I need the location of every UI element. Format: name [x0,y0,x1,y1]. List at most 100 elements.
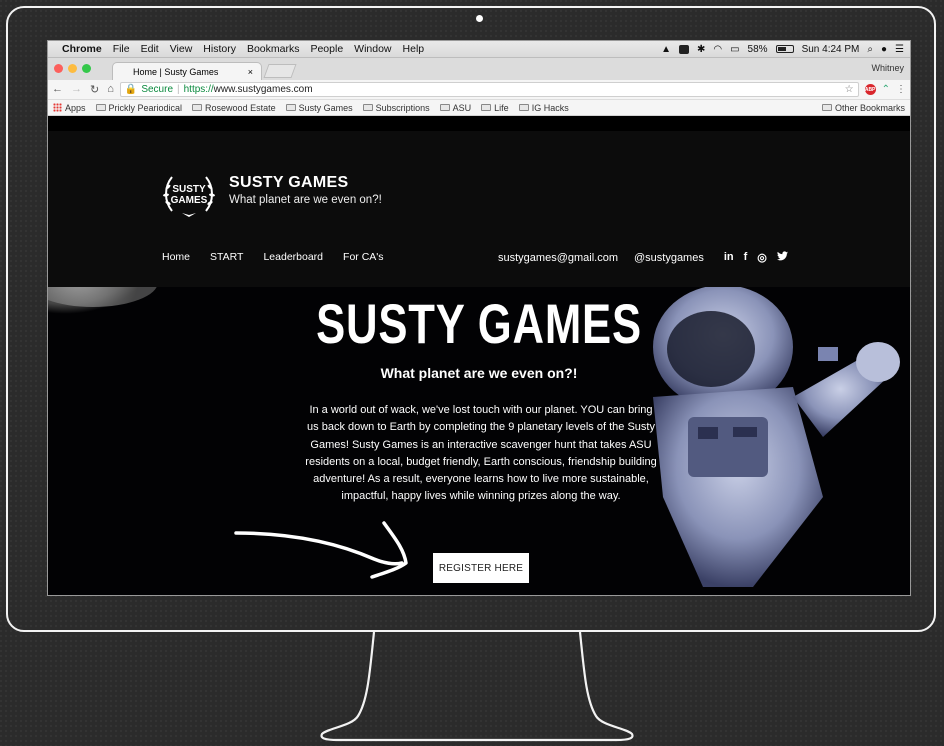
site-header: SUSTY GAMES SUSTY GAMES What planet are … [48,131,910,287]
url-separator: | [177,84,180,95]
contact-email[interactable]: sustygames@gmail.com [498,252,618,264]
instagram-icon[interactable]: ◎ [757,251,767,264]
wifi-icon[interactable]: ◠ [713,44,722,55]
folder-icon [481,104,492,111]
contact-handle[interactable]: @sustygames [634,252,704,264]
address-bar[interactable]: 🔒 Secure | https:// www.sustygames.com ☆ [119,82,859,97]
bookmark-label: Rosewood Estate [205,102,276,113]
monitor-stand [320,631,634,742]
menu-edit[interactable]: Edit [141,43,159,55]
brand-tagline: What planet are we even on?! [229,194,382,206]
profile-name[interactable]: Whitney [871,63,904,73]
bookmark-ig-hacks[interactable]: IG Hacks [518,102,569,113]
twitter-icon[interactable] [776,251,788,264]
hero-title: SUSTY GAMES [316,292,642,355]
menu-help[interactable]: Help [403,43,425,55]
nav-home[interactable]: Home [162,251,190,263]
menu-window[interactable]: Window [354,43,391,55]
tab-title: Home | Susty Games [133,66,219,77]
linkedin-icon[interactable]: in [724,251,734,264]
facebook-icon[interactable]: f [744,251,748,264]
site-nav: Home START Leaderboard For CA's [162,251,384,263]
hero-body: In a world out of wack, we've lost touch… [305,404,657,503]
menu-bookmarks[interactable]: Bookmarks [247,43,300,55]
screen: Chrome File Edit View History Bookmarks … [47,40,911,596]
bookmark-subscriptions[interactable]: Subscriptions [362,103,430,113]
bookmark-star-icon[interactable]: ☆ [845,84,854,95]
bookmark-label: Prickly Peariodical [108,102,183,113]
clock[interactable]: Sun 4:24 PM [802,44,860,55]
minimize-window-button[interactable] [68,64,77,73]
brand-name[interactable]: SUSTY GAMES [229,174,382,192]
folder-icon [518,104,529,111]
bookmark-label: Apps [65,102,86,113]
nav-start[interactable]: START [210,251,243,263]
close-window-button[interactable] [54,64,63,73]
svg-text:GAMES: GAMES [171,195,208,206]
tab-bar: Home | Susty Games × Whitney [48,58,910,80]
toolbar: ← → ↻ ⌂ 🔒 Secure | https:// www.sustygam… [48,80,910,100]
new-tab-button[interactable] [263,64,297,78]
reload-icon[interactable]: ↻ [90,83,99,96]
folder-icon [95,104,106,111]
register-button[interactable]: REGISTER HERE [433,553,529,583]
nav-leaderboard[interactable]: Leaderboard [263,251,323,263]
bookmark-rosewood-estate[interactable]: Rosewood Estate [192,103,276,113]
hand-drawn-arrow [234,521,408,579]
menu-history[interactable]: History [203,43,236,55]
back-icon[interactable]: ← [52,83,63,96]
bookmark-asu[interactable]: ASU [439,102,472,113]
bookmark-other[interactable]: Other Bookmarks [821,102,905,113]
hero-section: SUSTY GAMES What planet are we even on?!… [48,287,910,595]
lock-icon: 🔒 [124,84,138,95]
menu-view[interactable]: View [170,43,193,55]
extension-icon[interactable]: ⌃ [882,84,890,95]
susty-games-logo[interactable]: SUSTY GAMES [162,167,216,221]
tab-home[interactable]: Home | Susty Games × [112,62,262,80]
moon-image [48,287,158,307]
bookmark-apps[interactable]: Apps [53,103,86,113]
menu-people[interactable]: People [310,43,343,55]
siri-icon[interactable]: ● [881,44,887,55]
bookmark-label: ASU [452,102,472,113]
url-protocol: https:// [183,84,214,95]
bookmark-prickly-peariodical[interactable]: Prickly Peariodical [95,102,183,113]
app-status-icon[interactable] [678,44,689,54]
bookmark-label: Other Bookmarks [834,102,905,113]
bookmark-susty-games[interactable]: Susty Games [285,102,353,113]
tab-close-icon[interactable]: × [248,67,253,77]
svg-text:SUSTY: SUSTY [172,184,206,195]
menu-app-chrome[interactable]: Chrome [62,43,102,55]
nav-for-cas[interactable]: For CA's [343,251,384,263]
site-contact: sustygames@gmail.com @sustygames in f ◎ [498,251,788,264]
bookmark-label: IG Hacks [531,102,569,113]
adblock-icon[interactable]: ABP [864,84,876,95]
bookmark-label: Life [494,102,509,113]
menu-dots-icon[interactable]: ⋮ [896,84,906,95]
secure-label: Secure [141,84,174,95]
mac-menubar: Chrome File Edit View History Bookmarks … [48,41,910,58]
notification-center-icon[interactable]: ☰ [895,44,904,55]
zoom-window-button[interactable] [82,64,91,73]
menu-file[interactable]: File [113,43,130,55]
spotlight-icon[interactable]: ⌕ [867,44,873,55]
battery-icon[interactable] [775,45,794,53]
folder-icon [285,104,296,111]
bookmark-label: Susty Games [298,102,353,113]
forward-icon[interactable]: → [71,83,82,96]
folder-icon [362,104,373,111]
bookmark-life[interactable]: Life [481,103,509,113]
webcam [476,15,483,22]
social-links: in f ◎ [724,251,788,264]
folder-icon [439,104,450,111]
url-host: www.sustygames.com [213,84,313,95]
window-controls [54,64,91,73]
bookmarks-bar: Apps Prickly Peariodical Rosewood Estate… [48,100,910,116]
folder-icon [192,104,203,111]
apps-grid-icon [53,103,62,112]
drive-icon[interactable]: ▲ [661,44,671,55]
battery-percent: 58% [747,43,768,55]
home-icon[interactable]: ⌂ [107,83,114,96]
bluetooth-icon[interactable]: ✱ [697,44,705,55]
airplay-icon[interactable]: ▭ [730,44,739,55]
